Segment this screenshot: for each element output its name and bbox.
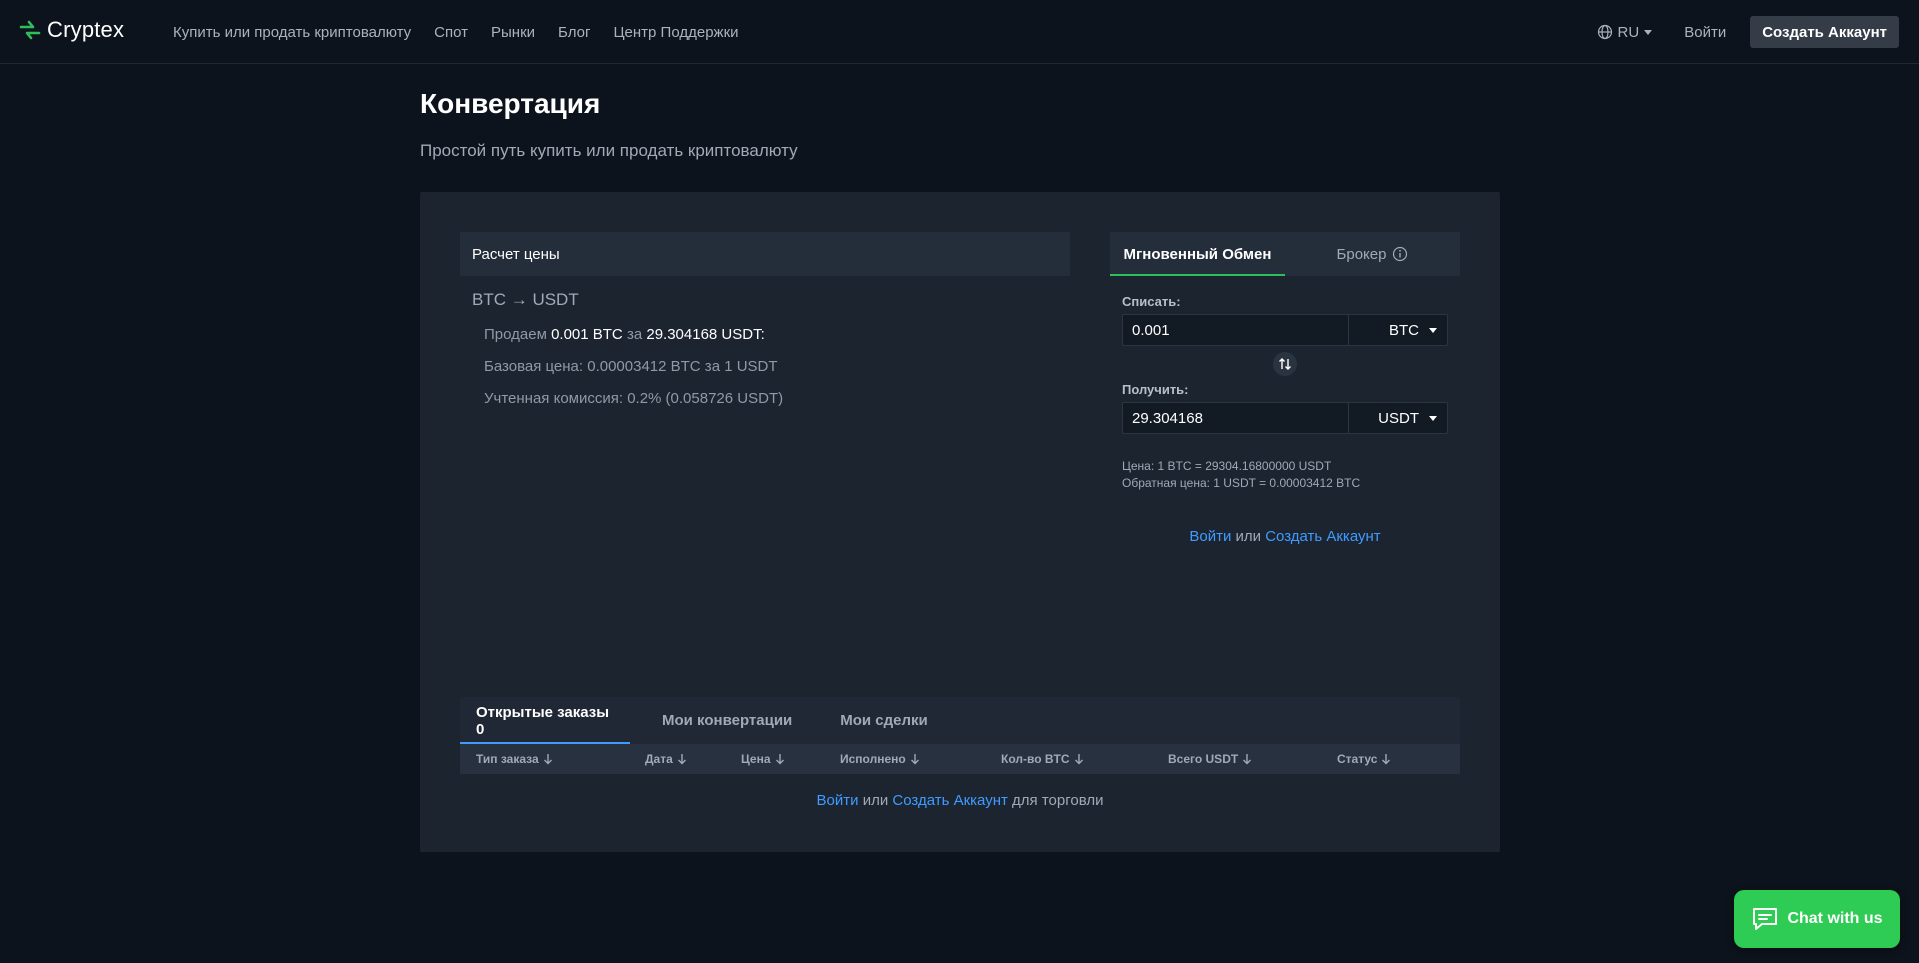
tab-instant-exchange[interactable]: Мгновенный Обмен bbox=[1110, 232, 1285, 276]
price-calculation-panel: Расчет цены BTC → USDT Продаем 0.001 BTC… bbox=[460, 232, 1070, 414]
tab-broker[interactable]: Брокер bbox=[1285, 232, 1460, 276]
tab-open-orders[interactable]: Открытые заказы 0 bbox=[460, 697, 630, 744]
nav-markets[interactable]: Рынки bbox=[491, 24, 535, 41]
commission: Учтенная комиссия: 0.2% (0.058726 USDT) bbox=[484, 389, 784, 407]
receive-label: Получить: bbox=[1122, 382, 1189, 397]
nav-spot[interactable]: Спот bbox=[434, 24, 468, 41]
top-header: Cryptex Купить или продать криптовалюту … bbox=[0, 0, 1919, 64]
conversion-card: Расчет цены BTC → USDT Продаем 0.001 BTC… bbox=[420, 192, 1500, 852]
tab-my-conversions[interactable]: Мои конвертации bbox=[646, 697, 808, 744]
sell-summary: Продаем 0.001 BTC за 29.304168 USDT: bbox=[484, 318, 1070, 350]
orders-section: Открытые заказы 0 Мои конвертации Мои сд… bbox=[460, 697, 1460, 809]
sell-for: за bbox=[626, 325, 643, 343]
column-label: Статус bbox=[1337, 752, 1378, 766]
reverse-exchange-rate: Обратная цена: 1 USDT = 0.00003412 BTC bbox=[1122, 476, 1361, 490]
cryptex-logo-icon bbox=[19, 20, 41, 40]
sort-arrow-icon bbox=[1074, 754, 1083, 765]
nav-blog[interactable]: Блог bbox=[558, 24, 590, 41]
receive-currency-select[interactable]: USDT bbox=[1349, 410, 1447, 427]
header-actions: RU Войти Создать Аккаунт bbox=[1597, 0, 1899, 64]
column-price[interactable]: Цена bbox=[741, 744, 785, 774]
exchange-panel: Мгновенный Обмен Брокер Списать: 0.001 B… bbox=[1110, 232, 1460, 545]
column-label: Тип заказа bbox=[476, 752, 539, 766]
orders-auth-suffix: для торговли bbox=[1012, 792, 1104, 809]
column-label: Дата bbox=[645, 752, 673, 766]
currency-pair: BTC → USDT bbox=[472, 290, 579, 309]
column-total-usdt[interactable]: Всего USDT bbox=[1168, 744, 1252, 774]
sort-arrow-icon bbox=[1243, 754, 1252, 765]
sort-arrow-icon bbox=[775, 754, 784, 765]
tab-instant-exchange-label: Мгновенный Обмен bbox=[1123, 245, 1272, 263]
swap-row bbox=[1122, 346, 1448, 382]
receive-currency: USDT bbox=[1378, 409, 1419, 427]
exchange-create-account-link[interactable]: Создать Аккаунт bbox=[1265, 528, 1380, 545]
column-label: Всего USDT bbox=[1168, 752, 1239, 766]
sell-total: 29.304168 USDT: bbox=[646, 325, 765, 343]
receive-amount-input[interactable]: 29.304168 bbox=[1123, 410, 1348, 427]
orders-create-account-link[interactable]: Создать Аккаунт bbox=[892, 792, 1007, 809]
debit-amount-input[interactable]: 0.001 bbox=[1123, 322, 1348, 339]
page-title: Конвертация bbox=[420, 88, 601, 119]
sort-arrow-icon bbox=[543, 754, 552, 765]
column-label: Цена bbox=[741, 752, 771, 766]
sort-arrow-icon bbox=[1382, 754, 1391, 765]
debit-currency-select[interactable]: BTC bbox=[1349, 322, 1447, 339]
sort-arrow-icon bbox=[677, 754, 686, 765]
globe-icon bbox=[1597, 24, 1612, 40]
exchange-auth-or: или bbox=[1235, 528, 1262, 545]
chat-bubble-icon bbox=[1753, 908, 1778, 930]
column-label: Исполнено bbox=[840, 752, 906, 766]
debit-field: 0.001 BTC bbox=[1122, 314, 1448, 346]
debit-label: Списать: bbox=[1122, 294, 1181, 309]
main-nav: Купить или продать криптовалюту Спот Рын… bbox=[173, 0, 762, 64]
column-status[interactable]: Статус bbox=[1337, 744, 1391, 774]
column-label: Кол-во BTC bbox=[1001, 752, 1070, 766]
orders-auth-or: или bbox=[862, 792, 889, 809]
page-subtitle: Простой путь купить или продать криптова… bbox=[420, 141, 798, 160]
tab-my-trades[interactable]: Мои сделки bbox=[824, 697, 944, 744]
sell-prefix: Продаем bbox=[484, 325, 547, 343]
swap-arrows-icon bbox=[1279, 358, 1291, 370]
sell-amount: 0.001 BTC bbox=[551, 325, 623, 343]
nav-support[interactable]: Центр Поддержки bbox=[613, 24, 738, 41]
chevron-down-icon bbox=[1429, 327, 1437, 333]
tab-broker-label: Брокер bbox=[1336, 245, 1387, 263]
info-icon[interactable] bbox=[1392, 246, 1408, 262]
receive-field: 29.304168 USDT bbox=[1122, 402, 1448, 434]
column-filled[interactable]: Исполнено bbox=[840, 744, 920, 774]
column-date[interactable]: Дата bbox=[645, 744, 687, 774]
sort-arrow-icon bbox=[910, 754, 919, 765]
orders-login-link[interactable]: Войти bbox=[817, 792, 859, 809]
language-selector[interactable]: RU bbox=[1597, 24, 1653, 41]
chat-button[interactable]: Chat with us bbox=[1734, 890, 1900, 948]
exchange-login-link[interactable]: Войти bbox=[1189, 528, 1231, 545]
price-calculation-header: Расчет цены bbox=[460, 232, 1070, 276]
brand-logo[interactable]: Cryptex bbox=[19, 17, 124, 43]
debit-currency: BTC bbox=[1389, 321, 1419, 339]
nav-buy-sell[interactable]: Купить или продать криптовалюту bbox=[173, 24, 411, 41]
chat-label: Chat with us bbox=[1787, 910, 1883, 927]
orders-tabs: Открытые заказы 0 Мои конвертации Мои сд… bbox=[460, 697, 1460, 744]
orders-auth-prompt: Войти или Создать Аккаунт для торговли bbox=[460, 792, 1460, 809]
brand-name: Cryptex bbox=[47, 17, 125, 42]
create-account-button[interactable]: Создать Аккаунт bbox=[1750, 16, 1899, 48]
chevron-down-icon bbox=[1644, 29, 1653, 35]
column-order-type[interactable]: Тип заказа bbox=[476, 744, 553, 774]
column-amount-btc[interactable]: Кол-во BTC bbox=[1001, 744, 1084, 774]
exchange-rate: Цена: 1 BTC = 29304.16800000 USDT bbox=[1122, 459, 1332, 473]
login-link[interactable]: Войти bbox=[1684, 24, 1726, 41]
language-label: RU bbox=[1617, 23, 1640, 41]
exchange-tabs: Мгновенный Обмен Брокер bbox=[1110, 232, 1460, 276]
exchange-auth-prompt: Войти или Создать Аккаунт bbox=[1110, 528, 1460, 545]
swap-button[interactable] bbox=[1273, 352, 1297, 376]
orders-table-header: Тип заказа Дата Цена Исполнено Кол-во BT… bbox=[460, 744, 1460, 774]
chevron-down-icon bbox=[1429, 415, 1437, 421]
base-price: Базовая цена: 0.00003412 BTC за 1 USDT bbox=[484, 357, 778, 375]
